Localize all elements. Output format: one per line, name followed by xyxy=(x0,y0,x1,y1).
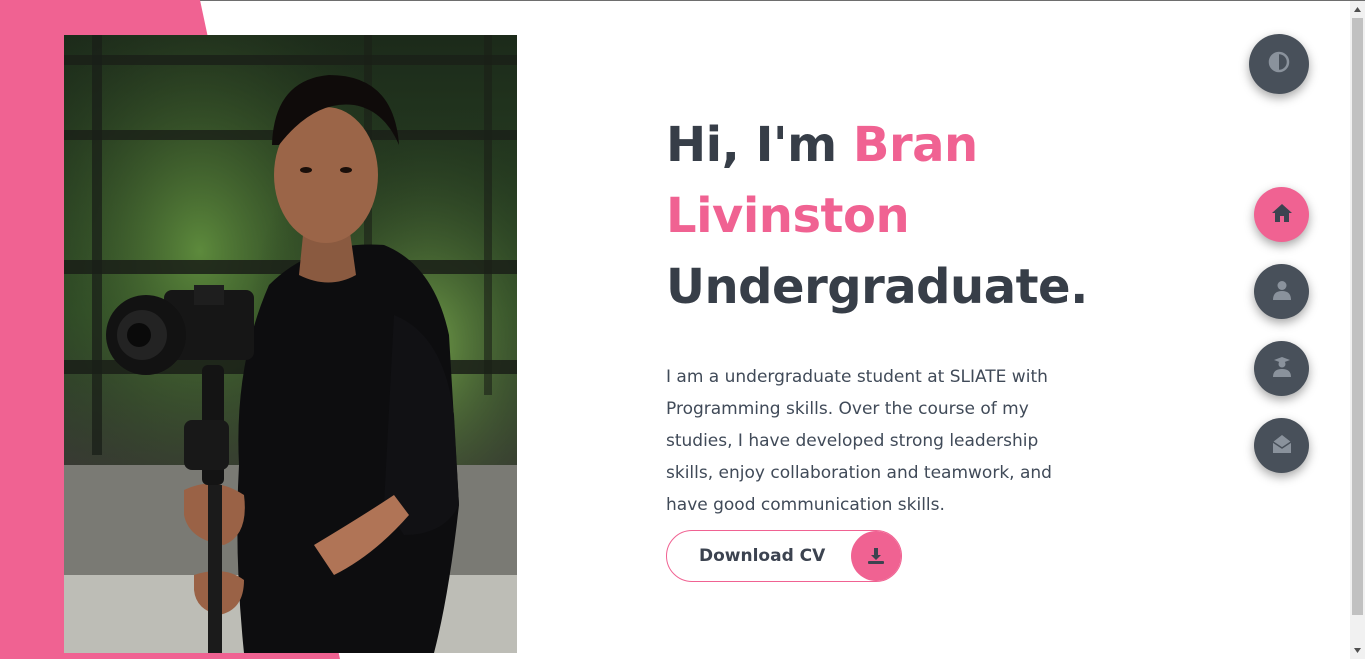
contrast-icon xyxy=(1268,51,1290,77)
nav-home-button[interactable] xyxy=(1254,187,1309,242)
envelope-open-icon xyxy=(1272,434,1292,458)
greeting-text: Hi, I'm xyxy=(666,117,853,173)
hero-description: I am a undergraduate student at SLIATE w… xyxy=(666,367,1052,515)
graduate-icon xyxy=(1272,356,1292,381)
theme-toggle-button[interactable] xyxy=(1249,34,1309,94)
vertical-scrollbar[interactable] xyxy=(1350,1,1365,659)
user-icon xyxy=(1272,280,1291,304)
scrollbar-thumb[interactable] xyxy=(1352,18,1363,615)
nav-contact-button[interactable] xyxy=(1254,418,1309,473)
nav-education-button[interactable] xyxy=(1254,341,1309,396)
download-icon xyxy=(851,531,901,581)
download-cv-label: Download CV xyxy=(699,546,826,566)
download-cv-button[interactable]: Download CV xyxy=(666,530,902,582)
hero-title: Hi, I'm Bran Livinston Undergraduate. xyxy=(666,110,1186,323)
role-text: Undergraduate. xyxy=(666,259,1088,315)
home-icon xyxy=(1271,203,1293,227)
name-first: Bran xyxy=(852,117,978,173)
profile-photo xyxy=(64,35,517,653)
nav-about-button[interactable] xyxy=(1254,264,1309,319)
scroll-down-arrow-icon[interactable] xyxy=(1350,642,1365,659)
name-last: Livinston xyxy=(666,188,910,244)
scroll-up-arrow-icon[interactable] xyxy=(1350,1,1365,18)
window-top-border xyxy=(0,0,1365,1)
hero-section: Hi, I'm Bran Livinston Undergraduate. I … xyxy=(666,110,1186,521)
